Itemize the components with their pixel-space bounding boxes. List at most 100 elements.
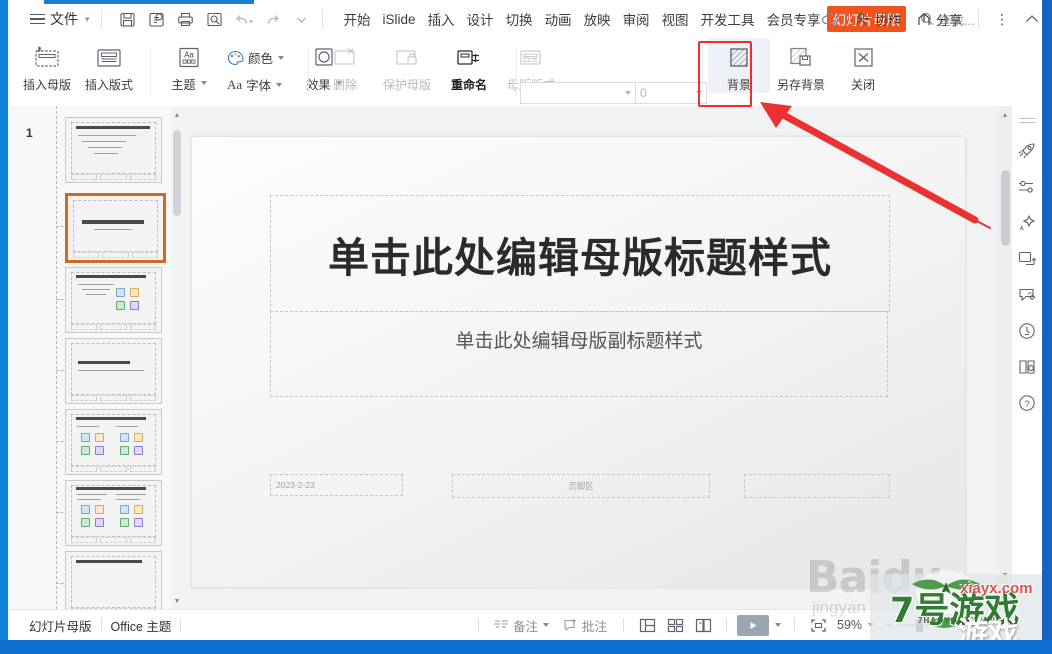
screen-share-icon[interactable] <box>1013 242 1041 276</box>
zoom-level-label[interactable]: 59% <box>837 618 862 632</box>
reading-view-button[interactable] <box>690 614 716 636</box>
annotate-hand-icon[interactable] <box>1013 278 1041 312</box>
tab-放映[interactable]: 放映 <box>578 5 617 33</box>
more-options-button[interactable]: ⋮ <box>989 7 1015 32</box>
thumbnail-row-2[interactable] <box>8 264 171 335</box>
tab-动画[interactable]: 动画 <box>539 5 578 33</box>
theme-button[interactable]: Aa 主题 <box>158 38 220 93</box>
ribbon-separator-2 <box>308 48 309 96</box>
collaborate-button[interactable]: 协作 <box>849 6 907 33</box>
slide-editing-surface[interactable]: 单击此处编辑母版标题样式 单击此处编辑母版副标题样式 2023-2-23 页脚区 <box>192 137 965 587</box>
file-menu-button[interactable]: 文件 ▾ <box>26 6 94 32</box>
customize-qat-icon[interactable] <box>289 7 315 31</box>
canvas-scroll-end-icon[interactable]: ▲ <box>998 582 1012 596</box>
slide-sorter-button[interactable] <box>662 614 688 636</box>
tab-视图[interactable]: 视图 <box>656 5 695 33</box>
help-circle-icon[interactable]: ? <box>1013 386 1041 420</box>
thumb-body-line <box>77 498 101 500</box>
tab-审阅[interactable]: 审阅 <box>617 5 656 33</box>
svg-text:?: ? <box>1024 399 1029 410</box>
font-size-select[interactable]: 0 <box>636 82 707 104</box>
title-placeholder[interactable]: 单击此处编辑母版标题样式 <box>270 195 890 312</box>
sliders-icon[interactable] <box>1013 170 1041 204</box>
normal-view-button[interactable] <box>634 614 660 636</box>
slide-number-placeholder[interactable] <box>744 474 890 498</box>
notes-button[interactable]: 备注 <box>487 613 555 638</box>
rocket-icon[interactable] <box>1013 134 1041 168</box>
book-search-icon[interactable] <box>1013 350 1041 384</box>
comments-button[interactable]: 批注 <box>557 613 613 638</box>
share-button[interactable]: 分享 <box>910 6 968 33</box>
thumb-placeholder-icon <box>81 445 90 455</box>
print-preview-icon[interactable] <box>202 7 228 31</box>
delete-master-button[interactable]: 删除 <box>314 38 376 93</box>
insert-layout-button[interactable]: 插入版式 <box>78 38 140 93</box>
zoom-in-button[interactable]: + <box>978 618 992 633</box>
tab-islide[interactable]: iSlide <box>377 8 422 31</box>
zoom-out-button[interactable]: − <box>882 618 896 633</box>
thumbnail-scroll-area[interactable]: 1 <box>8 106 171 610</box>
fit-to-window-button[interactable] <box>805 614 831 636</box>
zoom-slider-knob[interactable] <box>915 618 923 632</box>
save-background-button[interactable]: 另存背景 <box>770 38 832 93</box>
thumbnail-row-5[interactable] <box>8 477 171 548</box>
thumbnail-section-layout[interactable] <box>65 337 162 404</box>
chevron-down-icon[interactable] <box>868 623 875 627</box>
font-name-select[interactable] <box>520 82 636 104</box>
titlebar-right-actions: 协作 分享 ⋮ <box>815 0 1046 38</box>
subtitle-placeholder[interactable]: 单击此处编辑母版副标题样式 <box>270 311 888 397</box>
canvas-scroll-down-icon[interactable]: ▼ <box>998 568 1012 582</box>
thumbnail-title-layout-selected[interactable] <box>65 193 166 263</box>
status-theme-name[interactable]: Office 主题 <box>102 613 181 638</box>
theme-colors-button[interactable]: 颜色 <box>222 44 289 71</box>
slideshow-options-dropdown[interactable] <box>771 620 784 630</box>
tab-开发工具[interactable]: 开发工具 <box>695 5 761 33</box>
tab-设计[interactable]: 设计 <box>461 5 500 33</box>
lightbulb-idea-icon[interactable] <box>1013 314 1041 348</box>
thumbnail-row-6[interactable] <box>8 548 171 610</box>
insert-master-button[interactable]: 插入母版 <box>16 38 78 93</box>
tab-开始[interactable]: 开始 <box>338 5 377 33</box>
cloud-sync-button[interactable] <box>815 7 846 31</box>
thumbnail-scroll-thumb[interactable] <box>173 130 181 216</box>
thumbnail-row-0[interactable]: 1 <box>8 112 171 190</box>
thumbnail-title-only-layout[interactable] <box>65 550 162 610</box>
save-icon[interactable] <box>115 7 141 31</box>
protect-master-button[interactable]: 保护母版 <box>376 38 438 93</box>
print-icon[interactable] <box>173 7 199 31</box>
close-master-button[interactable]: 关闭 <box>832 38 894 93</box>
thumbnail-comparison-layout[interactable] <box>65 479 162 546</box>
status-divider-4 <box>623 618 625 632</box>
thumbnail-row-3[interactable] <box>8 335 171 406</box>
canvas-scroll-up-icon[interactable]: ▲ <box>998 108 1012 122</box>
redo-icon[interactable] <box>260 7 286 31</box>
quick-access-toolbar <box>115 7 315 31</box>
thumb-placeholder-icon <box>130 300 139 310</box>
magic-star-icon[interactable] <box>1013 206 1041 240</box>
start-slideshow-button[interactable] <box>737 614 770 636</box>
background-button[interactable]: 背景 <box>708 38 770 93</box>
status-divider-6 <box>794 618 796 632</box>
status-view-name[interactable]: 幻灯片母版 <box>20 613 101 638</box>
scroll-down-icon[interactable]: ▼ <box>171 594 183 608</box>
canvas-vertical-scrollbar[interactable]: ▲ ▼ ▲ <box>998 106 1012 598</box>
tab-插入[interactable]: 插入 <box>422 5 461 33</box>
undo-icon[interactable] <box>231 7 257 31</box>
footer-placeholder[interactable]: 页脚区 <box>452 474 710 498</box>
thumbnail-two-content-layout[interactable] <box>65 408 162 475</box>
thumb-placeholder-icon <box>120 432 129 442</box>
thumbnail-row-4[interactable] <box>8 406 171 477</box>
rename-button[interactable]: 重命名 <box>438 38 500 93</box>
zoom-slider[interactable] <box>897 618 976 632</box>
thumbnail-row-1[interactable] <box>8 190 171 264</box>
date-placeholder[interactable]: 2023-2-23 <box>270 474 403 496</box>
save-as-cloud-icon[interactable] <box>144 7 170 31</box>
thumbnail-content-layout[interactable] <box>65 266 162 333</box>
canvas-scroll-thumb[interactable] <box>1001 170 1010 246</box>
theme-fonts-button[interactable]: Aa 字体 <box>222 71 289 98</box>
thumbnail-scrollbar[interactable]: ▲ ▼ <box>171 106 183 610</box>
scroll-up-icon[interactable]: ▲ <box>171 108 183 122</box>
theme-dropdown[interactable]: 主题 <box>171 73 207 93</box>
tab-切换[interactable]: 切换 <box>500 5 539 33</box>
thumbnail-master[interactable] <box>65 117 162 183</box>
